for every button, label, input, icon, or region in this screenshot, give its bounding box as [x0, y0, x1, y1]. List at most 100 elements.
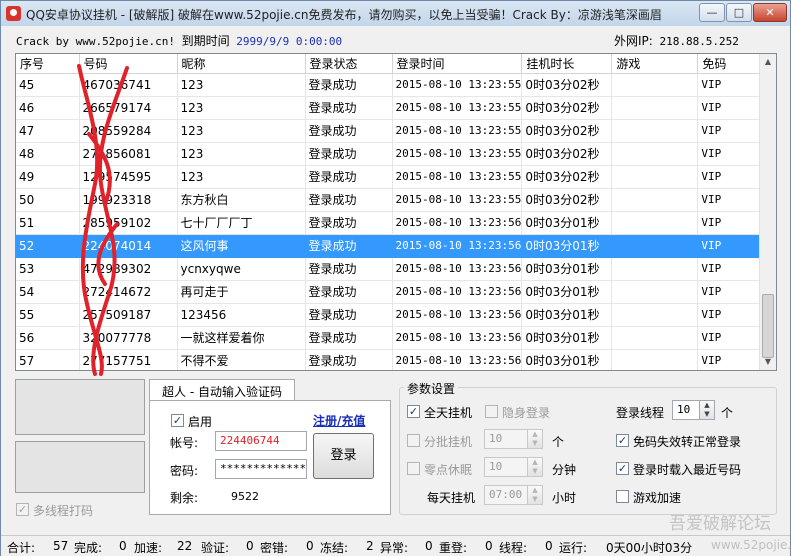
table-cell: 登录成功: [305, 96, 393, 120]
column-header[interactable]: 序号: [16, 54, 80, 74]
table-cell: 0时03分01秒: [521, 326, 613, 350]
table-row[interactable]: 45 467036741 123 登录成功 2015-08-10 13:23:55 0时0…: [16, 73, 767, 97]
column-header[interactable]: 登录状态: [305, 54, 393, 74]
table-row[interactable]: 47 208559284 123 登录成功 2015-08-10 13:23:55 0时0…: [16, 119, 767, 143]
free-code-checkbox[interactable]: ✓: [616, 434, 629, 447]
table-row[interactable]: 48 271856081 123 登录成功 2015-08-10 13:23:55 0时0…: [16, 142, 767, 166]
daily-input[interactable]: 07:00: [484, 485, 528, 505]
table-cell: [611, 303, 699, 327]
table-row[interactable]: 55 257509187 123456 登录成功 2015-08-10 13:23:56…: [16, 303, 767, 327]
scroll-down-icon[interactable]: ▼: [760, 354, 776, 370]
table-row[interactable]: 56 320077778 一就这样爱着你 登录成功 2015-08-10 13:23:5…: [16, 326, 767, 350]
multi-thread-checkbox[interactable]: ✓: [16, 503, 29, 516]
sleep-spinner[interactable]: ▲ ▼: [527, 457, 543, 477]
maximize-button[interactable]: □: [726, 3, 752, 22]
table-cell: 登录成功: [305, 234, 393, 258]
relogin-value: 0: [485, 539, 493, 553]
table-cell: 208559284: [79, 119, 178, 143]
game-boost-checkbox[interactable]: [616, 490, 629, 503]
table-cell: 0时03分01秒: [521, 349, 613, 370]
preview-panel-bottom: [15, 441, 145, 493]
table-cell: 272414672: [79, 280, 178, 304]
table-cell: 登录成功: [305, 257, 393, 281]
title-bar[interactable]: QQ安卓协议挂机 - [破解版] 破解在www.52pojie.cn免费发布，请…: [1, 1, 790, 26]
table-cell: VIP: [697, 188, 767, 212]
table-row[interactable]: 50 199923318 东方秋白 登录成功 2015-08-10 13:23:55 0时…: [16, 188, 767, 212]
table-row[interactable]: 51 285959102 七十厂厂厂丁 登录成功 2015-08-10 13:23:56…: [16, 211, 767, 235]
password-input[interactable]: *************: [215, 459, 307, 479]
column-header[interactable]: 昵称: [177, 54, 306, 74]
table-cell: 2015-08-10 13:23:56: [392, 211, 523, 235]
password-label: 密码:: [170, 464, 199, 478]
close-button[interactable]: ✕: [753, 3, 787, 22]
load-latest-checkbox[interactable]: ✓: [616, 462, 629, 475]
table-cell: VIP: [697, 257, 767, 281]
table-row[interactable]: 54 272414672 再可走于 登录成功 2015-08-10 13:23:56 0时…: [16, 280, 767, 304]
status-bar: 合计: 57 完成: 0 加速: 22 验证: 0 密错: 0 冻结: 2 异常…: [1, 535, 791, 556]
table-cell: 46: [16, 96, 80, 120]
batch-checkbox[interactable]: [407, 434, 420, 447]
table-row[interactable]: 46 266579174 123 登录成功 2015-08-10 13:23:55 0时0…: [16, 96, 767, 120]
table-cell: 0时03分02秒: [521, 142, 613, 166]
batch-spinner[interactable]: ▲ ▼: [527, 429, 543, 449]
zero-sleep-checkbox[interactable]: [407, 462, 420, 475]
accel-value: 22: [177, 539, 193, 553]
check-icon: ✓: [408, 405, 419, 418]
column-header[interactable]: 免码: [697, 54, 767, 74]
verify-value: 0: [246, 539, 254, 553]
close-icon: ✕: [765, 6, 775, 19]
stealth-checkbox[interactable]: [485, 405, 498, 418]
table-cell: [611, 73, 699, 97]
table-row[interactable]: 57 277157751 不得不爱 登录成功 2015-08-10 13:23:56 0时…: [16, 349, 767, 370]
all-day-checkbox[interactable]: ✓: [407, 405, 420, 418]
table-cell: VIP: [697, 349, 767, 370]
column-header[interactable]: 号码: [79, 54, 178, 74]
column-header[interactable]: 游戏: [611, 54, 699, 74]
captcha-tab[interactable]: 超人 - 自动输入验证码: [149, 379, 295, 401]
column-header[interactable]: 登录时间: [392, 54, 523, 74]
table-cell: 320077778: [79, 326, 178, 350]
account-input[interactable]: 224406744: [215, 431, 307, 451]
sleep-unit: 分钟: [552, 463, 577, 477]
register-link[interactable]: 注册/充值: [313, 412, 365, 429]
vertical-scrollbar[interactable]: ▲ ▼: [759, 54, 776, 370]
table-cell: [611, 142, 699, 166]
table-cell: 123: [177, 96, 306, 120]
window-title: QQ安卓协议挂机 - [破解版] 破解在www.52pojie.cn免费发布，请…: [26, 8, 662, 22]
scroll-thumb[interactable]: [762, 294, 774, 358]
threads-input[interactable]: 10: [672, 400, 700, 420]
threads-spinner[interactable]: ▲ ▼: [699, 400, 715, 420]
verify-label: 验证:: [201, 541, 230, 555]
table-row[interactable]: 53 472989302 ycnxyqwe 登录成功 2015-08-10 13:23:…: [16, 257, 767, 281]
captcha-login-button[interactable]: 登录: [313, 433, 374, 479]
check-icon: ✓: [617, 434, 628, 447]
table-cell: 224074014: [79, 234, 178, 258]
remaining-value: 9522: [231, 490, 259, 503]
column-header[interactable]: 挂机时长: [521, 54, 613, 74]
enable-checkbox[interactable]: ✓: [171, 414, 184, 427]
minimize-button[interactable]: —: [699, 3, 725, 22]
table-cell: 0时03分01秒: [521, 280, 613, 304]
table-cell: 不得不爱: [177, 349, 306, 370]
table-row[interactable]: 52 224074014 这风何事 登录成功 2015-08-10 13:23:56 0时…: [16, 234, 767, 258]
minimize-icon: —: [706, 6, 718, 19]
account-grid[interactable]: 序号 号码 昵称 登录状态 登录时间 挂机时长 游戏 免码 45 467036741 123 登录成…: [15, 53, 777, 371]
table-cell: VIP: [697, 142, 767, 166]
daily-spinner[interactable]: ▲ ▼: [527, 485, 543, 505]
main-window: QQ安卓协议挂机 - [破解版] 破解在www.52pojie.cn免费发布，请…: [0, 0, 791, 556]
watermark-url: www.52pojie.cn: [711, 538, 791, 552]
stealth-label: 隐身登录: [502, 406, 551, 420]
table-cell: [611, 280, 699, 304]
table-cell: 再可走于: [177, 280, 306, 304]
table-cell: 登录成功: [305, 326, 393, 350]
batch-input[interactable]: 10: [484, 429, 528, 449]
table-cell: 登录成功: [305, 188, 393, 212]
sleep-input[interactable]: 10: [484, 457, 528, 477]
table-body: 45 467036741 123 登录成功 2015-08-10 13:23:55 0时0…: [16, 73, 767, 370]
table-cell: 2015-08-10 13:23:55: [392, 96, 523, 120]
table-cell: 467036741: [79, 73, 178, 97]
scroll-up-icon[interactable]: ▲: [760, 54, 776, 70]
table-row[interactable]: 49 129574595 123 登录成功 2015-08-10 13:23:55 0时0…: [16, 165, 767, 189]
frozen-value: 2: [366, 539, 374, 553]
check-icon: ✓: [172, 414, 183, 427]
